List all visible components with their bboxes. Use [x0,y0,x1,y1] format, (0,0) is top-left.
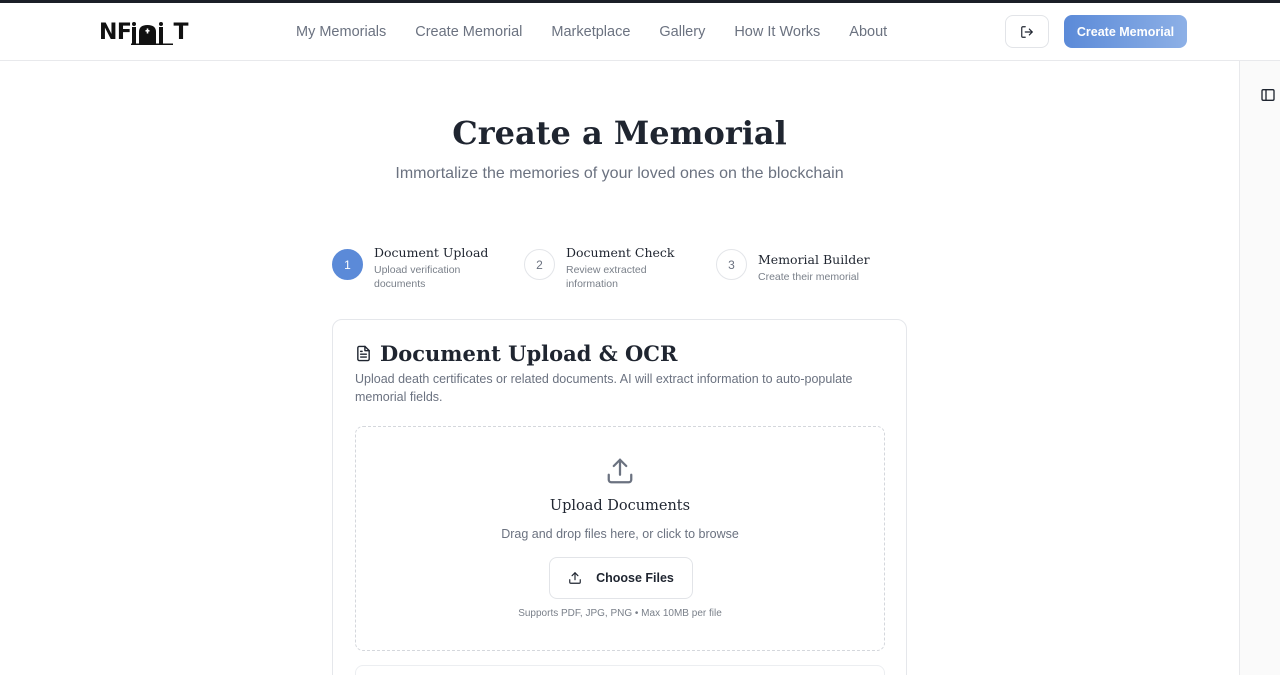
dropzone-subtitle: Drag and drop files here, or click to br… [501,527,739,541]
step-title: Document Upload [374,245,489,260]
step-desc: Create their memorial [758,271,859,283]
logo-text-right: T [173,20,188,45]
tombstone-logo-icon [131,22,174,45]
create-memorial-button[interactable]: Create Memorial [1064,15,1187,48]
step-title: Memorial Builder [758,252,870,267]
dropzone-title: Upload Documents [549,498,691,514]
step-desc: information [566,278,618,290]
logo-text-left: NF [99,20,132,45]
nav-create-memorial[interactable]: Create Memorial [415,23,522,41]
step-desc: documents [374,278,426,290]
choose-files-label: Choose Files [596,571,674,585]
page-title: Create a Memorial [452,114,787,152]
step-desc: Upload verification [374,264,461,276]
logout-button[interactable] [1005,15,1049,48]
main-nav: My Memorials Create Memorial Marketplace… [296,23,887,41]
dropzone-note: Supports PDF, JPG, PNG • Max 10MB per fi… [518,608,722,619]
nav-gallery[interactable]: Gallery [659,23,705,41]
document-upload-card: Document Upload & OCR Upload death certi… [332,319,907,675]
document-icon [357,345,370,362]
step-number: 2 [524,249,555,280]
step-document-check[interactable]: 2 Document Check Review extracted inform… [524,245,674,291]
side-panel [1239,61,1280,675]
card-description: Upload death certificates or related doc… [355,372,853,404]
step-number: 3 [716,249,747,280]
nav-how-it-works[interactable]: How It Works [734,23,820,41]
step-title: Document Check [566,245,675,260]
logout-icon [1021,25,1033,38]
choose-files-button[interactable]: Choose Files [549,557,693,599]
nav-my-memorials[interactable]: My Memorials [296,23,386,41]
page-subtitle: Immortalize the memories of your loved o… [395,165,844,182]
upload-dropzone[interactable]: Upload Documents Drag and drop files her… [355,426,885,651]
step-document-upload[interactable]: 1 Document Upload Upload verification do… [332,245,488,291]
step-memorial-builder[interactable]: 3 Memorial Builder Create their memorial [716,249,870,284]
upload-icon [607,458,633,484]
nav-about[interactable]: About [849,23,887,41]
sidebar-toggle-icon[interactable] [1260,87,1276,103]
card-title: Document Upload & OCR [380,341,678,366]
step-number: 1 [332,249,363,280]
upload-icon [569,572,581,584]
next-section-box [355,665,885,675]
step-desc: Review extracted [566,264,647,276]
nav-marketplace[interactable]: Marketplace [551,23,630,41]
logo[interactable]: NF T [99,21,188,45]
site-header: NF T My Memorials Create Memorial Market… [0,3,1280,61]
